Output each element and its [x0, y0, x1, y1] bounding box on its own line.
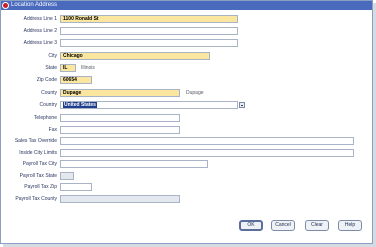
address-line-3-field[interactable]	[60, 39, 238, 47]
address-line-1-label: Address Line 1	[23, 16, 57, 22]
address-line-1-field[interactable]: 1100 Ronald St	[60, 15, 238, 23]
location-address-dialog: Location Address Address Line 1 1100 Ron…	[0, 0, 373, 244]
payroll-tax-city-label: Payroll Tax City	[22, 161, 57, 167]
inside-city-limits-label: Inside City Limits	[19, 150, 57, 156]
telephone-label: Telephone	[33, 115, 57, 121]
payroll-tax-zip-field[interactable]	[60, 183, 92, 191]
county-description: Dupage	[186, 90, 204, 96]
sales-tax-override-field[interactable]	[60, 137, 354, 145]
telephone-field[interactable]	[60, 114, 180, 122]
sales-tax-override-label: Sales Tax Override	[14, 138, 57, 144]
payroll-tax-zip-label: Payroll Tax Zip	[24, 184, 57, 190]
payroll-tax-county-field[interactable]	[60, 195, 180, 203]
county-label: County	[41, 90, 57, 96]
payroll-tax-state-field[interactable]	[60, 172, 74, 180]
oracle-app-icon	[2, 2, 9, 9]
county-field[interactable]: Dupage	[60, 89, 180, 97]
state-field[interactable]: IL	[60, 64, 76, 72]
country-field[interactable]: United States	[60, 101, 238, 109]
address-line-2-field[interactable]	[60, 27, 238, 35]
zip-code-label: Zip Code	[36, 77, 57, 83]
inside-city-limits-field[interactable]	[60, 149, 354, 157]
fax-label: Fax	[48, 127, 57, 133]
fax-field[interactable]	[60, 126, 180, 134]
payroll-tax-county-label: Payroll Tax County	[15, 196, 57, 202]
cancel-button[interactable]: Cancel	[271, 220, 295, 231]
title-bar[interactable]: Location Address	[1, 1, 372, 10]
clear-button[interactable]: Clear	[305, 220, 329, 231]
country-value: United States	[63, 102, 97, 108]
window-title: Location Address	[11, 2, 58, 8]
payroll-tax-state-label: Payroll Tax State	[19, 173, 57, 179]
state-description: Illinois	[81, 65, 95, 71]
address-line-2-label: Address Line 2	[23, 28, 57, 34]
ok-button[interactable]: OK	[239, 220, 263, 231]
address-line-3-label: Address Line 3	[23, 40, 57, 46]
list-of-values-icon[interactable]	[239, 102, 245, 108]
state-label: State	[45, 65, 57, 71]
zip-code-field[interactable]: 60654	[60, 76, 92, 84]
country-label: Country	[39, 102, 57, 108]
city-field[interactable]: Chicago	[60, 52, 210, 60]
city-label: City	[48, 53, 57, 59]
help-button[interactable]: Help	[338, 220, 362, 231]
payroll-tax-city-field[interactable]	[60, 160, 208, 168]
